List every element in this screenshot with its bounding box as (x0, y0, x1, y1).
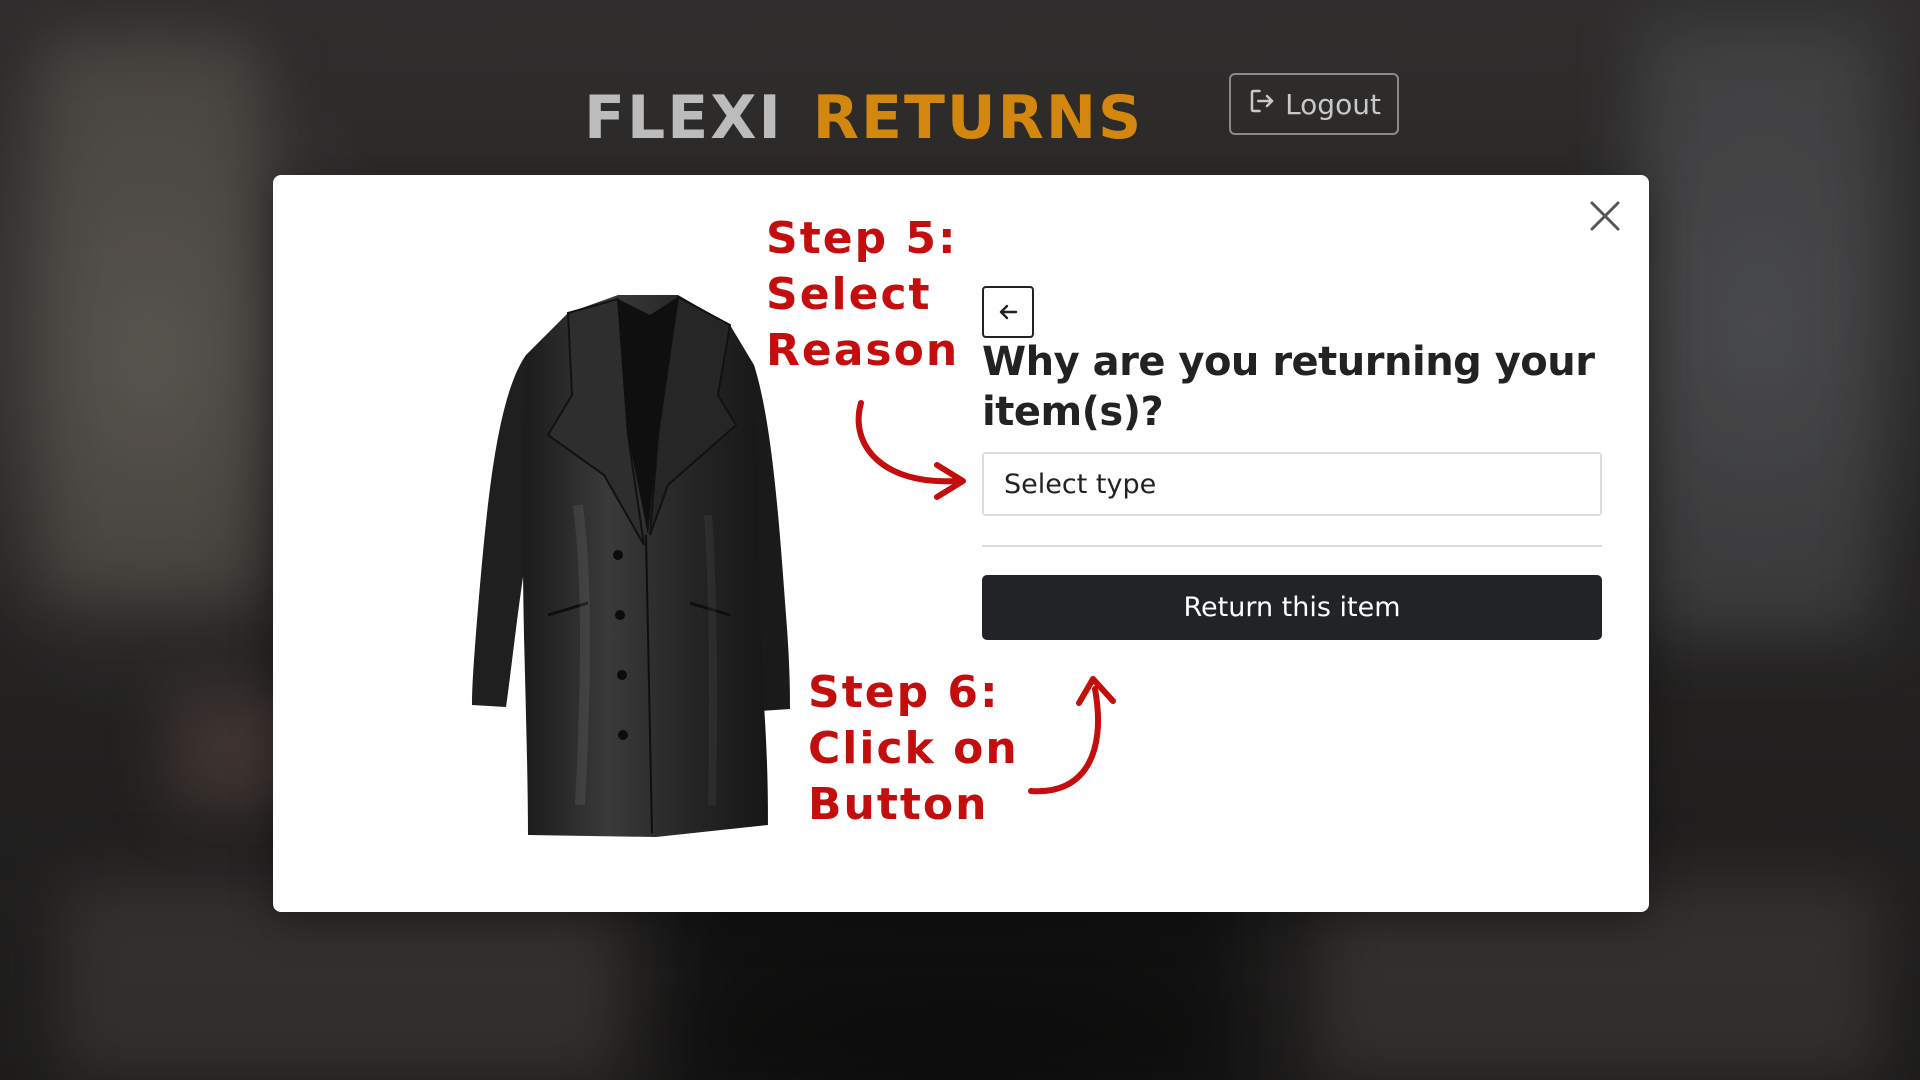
divider (982, 545, 1602, 547)
step6-line-2: Click on (808, 723, 1019, 774)
step5-annotation: Step 5: Select Reason (766, 211, 959, 379)
step5-line-1: Step 5: (766, 213, 958, 264)
curved-arrow-icon (855, 400, 966, 500)
logo-text-returns: RETURNS (812, 83, 1144, 153)
reason-select[interactable]: Select type (982, 452, 1602, 516)
product-image (472, 295, 790, 837)
step6-annotation: Step 6: Click on Button (808, 665, 1019, 833)
logo-text-flexi: FLEXI (584, 83, 783, 153)
return-item-button[interactable]: Return this item (982, 575, 1602, 640)
logout-icon (1247, 86, 1277, 123)
brand-logo: FLEXI RETURNS (584, 86, 1143, 150)
curved-arrow-icon (1028, 676, 1116, 795)
back-button[interactable] (982, 286, 1034, 338)
reason-select-placeholder: Select type (1004, 468, 1157, 500)
logout-label: Logout (1285, 87, 1381, 121)
step6-line-1: Step 6: (808, 667, 1000, 718)
step5-line-2: Select (766, 269, 932, 320)
logout-button[interactable]: Logout (1229, 73, 1399, 135)
return-reason-question: Why are you returning your item(s)? (982, 339, 1595, 435)
return-reason-modal: Why are you returning your item(s)? Sele… (273, 175, 1649, 912)
step5-line-3: Reason (766, 325, 960, 376)
step6-line-3: Button (808, 779, 989, 830)
arrow-left-icon (999, 304, 1018, 320)
close-icon[interactable] (1586, 197, 1624, 235)
